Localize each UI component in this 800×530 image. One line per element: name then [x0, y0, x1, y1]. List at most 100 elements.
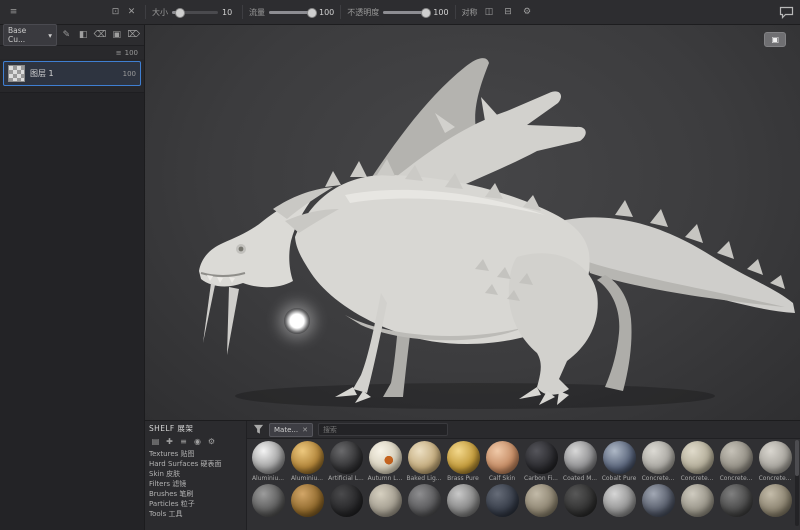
filter-chip[interactable]: Mate... ✕ — [269, 422, 313, 437]
slider-thumb[interactable] — [174, 7, 185, 18]
material-item[interactable]: Autumn L... — [366, 441, 404, 482]
shelf-tree-item[interactable]: Tools 工具 — [149, 509, 242, 519]
material-name: Baked Lig... — [406, 475, 442, 482]
material-item[interactable] — [327, 484, 365, 517]
menu-icon[interactable]: ≡ — [6, 5, 21, 20]
stamp-icon[interactable]: ▣ — [109, 28, 124, 43]
material-sphere — [368, 484, 402, 517]
brush-size-label: 大小 — [152, 7, 168, 17]
brush-preset-dropdown[interactable]: Base Cu... ▾ — [3, 24, 57, 46]
shelf-scrollbar[interactable] — [795, 440, 799, 526]
material-item[interactable]: Cobalt Pure — [600, 441, 638, 482]
material-item[interactable] — [522, 484, 560, 517]
viewport-display-button[interactable]: ▣ — [764, 32, 786, 47]
material-item[interactable] — [756, 484, 794, 517]
brush-size-slider[interactable] — [172, 7, 218, 18]
shelf-tree-item[interactable]: Textures 贴图 — [149, 449, 242, 459]
trash-icon[interactable]: ⌦ — [126, 28, 141, 43]
layer-row[interactable]: 图层 1 100 — [3, 61, 141, 86]
material-item[interactable] — [717, 484, 755, 517]
close-icon[interactable]: ✕ — [302, 426, 308, 434]
material-item[interactable]: Baked Lig... — [405, 441, 443, 482]
material-item[interactable] — [249, 484, 287, 517]
material-item[interactable]: Coated M... — [561, 441, 599, 482]
float-panel-icon[interactable]: ⊡ — [108, 5, 123, 20]
mirror-y-icon[interactable]: ⊟ — [501, 5, 516, 20]
tree-item-label: Brushes 笔刷 — [149, 490, 194, 498]
material-name: Calf Skin — [488, 475, 516, 482]
list-icon[interactable]: ≡ — [177, 435, 190, 447]
material-item[interactable]: Artificial L... — [327, 441, 365, 482]
folder-icon[interactable]: ▤ — [149, 435, 162, 447]
material-item[interactable]: Aluminiu... — [288, 441, 326, 482]
shelf-sidebar: SHELF 展架 ▤ ✚ ≡ ◉ ⚙ Textures 贴图 Hard Surf… — [145, 421, 247, 530]
pencil-icon[interactable]: ✎ — [59, 28, 74, 43]
material-item[interactable] — [483, 484, 521, 517]
shelf-tree-item[interactable]: Particles 粒子 — [149, 499, 242, 509]
shelf-tree-item[interactable]: Skin 皮肤 — [149, 469, 242, 479]
brush-flow-control: 流量 100 — [249, 7, 334, 18]
material-item[interactable]: Carbon Fi... — [522, 441, 560, 482]
material-sphere — [290, 484, 324, 517]
material-item[interactable]: Concrete... — [678, 441, 716, 482]
material-item[interactable]: Concrete... — [756, 441, 794, 482]
slider-thumb[interactable] — [307, 7, 317, 18]
scrollbar-thumb[interactable] — [795, 440, 799, 476]
shelf-tree-item[interactable]: Filters 滤镜 — [149, 479, 242, 489]
material-item[interactable] — [366, 484, 404, 517]
material-item[interactable] — [600, 484, 638, 517]
material-sphere — [407, 441, 441, 474]
brush-flow-slider[interactable] — [269, 7, 317, 18]
shelf-tree-item[interactable]: Hard Surfaces 硬表面 — [149, 459, 242, 469]
material-sphere — [407, 484, 441, 517]
shelf-assets: Mate... ✕ Aluminiu... Aluminiu... Artifi… — [247, 421, 800, 530]
symmetry-label: 对称 — [461, 7, 478, 17]
layer-opacity: 100 — [122, 69, 136, 78]
search-input[interactable] — [317, 423, 448, 436]
comment-icon[interactable] — [779, 6, 794, 19]
material-name: Concrete... — [680, 475, 714, 482]
material-sphere — [446, 441, 480, 474]
brush-size-control: 大小 10 — [152, 7, 236, 18]
material-sphere — [251, 484, 285, 517]
material-item[interactable]: Concrete... — [717, 441, 755, 482]
material-name: Coated M... — [562, 475, 598, 482]
material-name: Artificial L... — [328, 475, 364, 482]
material-name: Aluminiu... — [290, 475, 324, 482]
slider-thumb[interactable] — [421, 7, 432, 18]
eye-icon[interactable]: ◉ — [191, 435, 204, 447]
shelf-tree-item[interactable]: Brushes 笔刷 — [149, 489, 242, 499]
filter-funnel-icon[interactable] — [253, 424, 264, 435]
layers-opacity-header: 100 — [124, 48, 138, 57]
close-panel-icon[interactable]: ✕ — [124, 5, 139, 20]
material-item[interactable] — [405, 484, 443, 517]
tree-item-label: Particles 粒子 — [149, 500, 195, 508]
toolbar-separator — [340, 5, 342, 19]
material-item[interactable] — [678, 484, 716, 517]
tree-item-label: Hard Surfaces 硬表面 — [149, 460, 222, 468]
material-item[interactable] — [444, 484, 482, 517]
eraser-icon[interactable]: ⌫ — [93, 28, 108, 43]
material-item[interactable]: Concrete... — [639, 441, 677, 482]
settings-icon[interactable]: ⚙ — [205, 435, 218, 447]
brush-opacity-slider[interactable] — [383, 7, 432, 18]
material-item[interactable]: Aluminiu... — [249, 441, 287, 482]
fill-icon[interactable]: ◧ — [76, 28, 91, 43]
material-item[interactable] — [561, 484, 599, 517]
material-item[interactable]: Calf Skin — [483, 441, 521, 482]
viewport-3d[interactable]: ▣ — [145, 25, 800, 420]
layer-list: 图层 1 100 — [0, 59, 144, 93]
settings-icon[interactable]: ⚙ — [520, 5, 535, 20]
material-item[interactable]: Brass Pure — [444, 441, 482, 482]
material-name: Cobalt Pure — [601, 475, 637, 482]
material-item[interactable] — [639, 484, 677, 517]
material-sphere — [602, 484, 636, 517]
symmetry-control: 对称 ◫ ⊟ ⚙ — [462, 5, 535, 20]
list-icon: ≡ — [115, 48, 122, 57]
material-sphere — [602, 441, 636, 474]
shelf-category-tree: Textures 贴图 Hard Surfaces 硬表面 Skin 皮肤 Fi… — [149, 449, 242, 528]
material-item[interactable] — [288, 484, 326, 517]
material-sphere — [563, 484, 597, 517]
mirror-x-icon[interactable]: ◫ — [482, 5, 497, 20]
add-icon[interactable]: ✚ — [163, 435, 176, 447]
